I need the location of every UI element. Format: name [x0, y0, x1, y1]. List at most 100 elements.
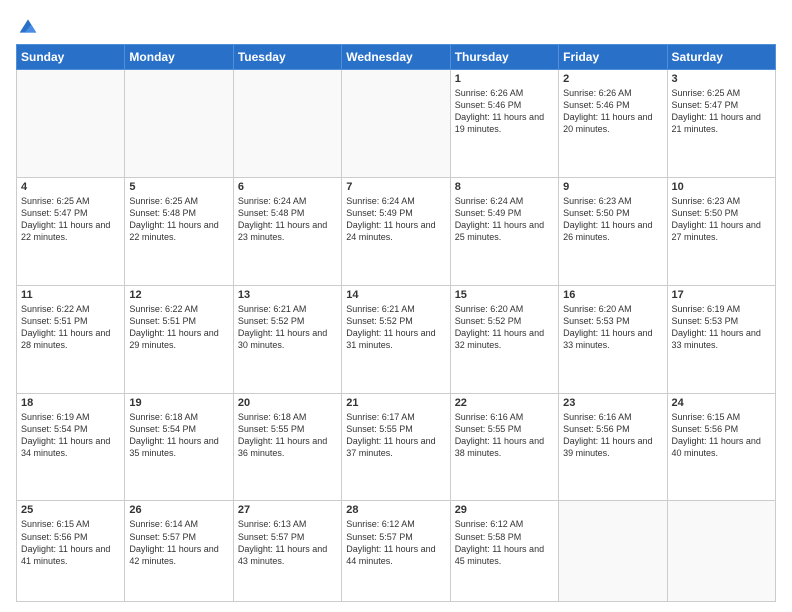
logo-icon [18, 16, 38, 36]
day-info: Sunrise: 6:19 AM Sunset: 5:53 PM Dayligh… [672, 303, 771, 352]
calendar-cell [125, 70, 233, 178]
logo-text [16, 16, 38, 36]
calendar-cell: 6 Sunrise: 6:24 AM Sunset: 5:48 PM Daylig… [233, 177, 341, 285]
day-info: Sunrise: 6:20 AM Sunset: 5:53 PM Dayligh… [563, 303, 662, 352]
calendar-cell: 10 Sunrise: 6:23 AM Sunset: 5:50 PM Dayli… [667, 177, 775, 285]
day-info: Sunrise: 6:18 AM Sunset: 5:55 PM Dayligh… [238, 411, 337, 460]
calendar-cell: 23 Sunrise: 6:16 AM Sunset: 5:56 PM Dayli… [559, 393, 667, 501]
day-info: Sunrise: 6:15 AM Sunset: 5:56 PM Dayligh… [672, 411, 771, 460]
calendar-week-3: 11 Sunrise: 6:22 AM Sunset: 5:51 PM Dayli… [17, 285, 776, 393]
calendar-cell: 15Sunrise: 6:20 AM Sunset: 5:52 PM Dayli… [450, 285, 558, 393]
calendar-cell: 20 Sunrise: 6:18 AM Sunset: 5:55 PM Dayli… [233, 393, 341, 501]
day-number: 29 [455, 504, 554, 516]
calendar-cell [667, 501, 775, 602]
day-header-saturday: Saturday [667, 45, 775, 70]
day-header-tuesday: Tuesday [233, 45, 341, 70]
day-info: Sunrise: 6:17 AM Sunset: 5:55 PM Dayligh… [346, 411, 445, 460]
day-number: 19 [129, 397, 228, 409]
day-info: Sunrise: 6:12 AM Sunset: 5:57 PM Dayligh… [346, 518, 445, 567]
day-info: Sunrise: 6:16 AM Sunset: 5:55 PM Dayligh… [455, 411, 554, 460]
calendar-cell: 7 Sunrise: 6:24 AM Sunset: 5:49 PM Daylig… [342, 177, 450, 285]
day-number: 22 [455, 397, 554, 409]
calendar-cell: 29 Sunrise: 6:12 AM Sunset: 5:58 PM Dayli… [450, 501, 558, 602]
day-number: 28 [346, 504, 445, 516]
calendar-header-row: SundayMondayTuesdayWednesdayThursdayFrid… [17, 45, 776, 70]
day-info: Sunrise: 6:24 AM Sunset: 5:49 PM Dayligh… [346, 195, 445, 244]
day-number: 8 [455, 181, 554, 193]
day-number: 9 [563, 181, 662, 193]
day-number: 12 [129, 289, 228, 301]
day-number: 17 [672, 289, 771, 301]
calendar-cell: 17 Sunrise: 6:19 AM Sunset: 5:53 PM Dayli… [667, 285, 775, 393]
day-number: 25 [21, 504, 120, 516]
calendar-cell: 28 Sunrise: 6:12 AM Sunset: 5:57 PM Dayli… [342, 501, 450, 602]
calendar-week-5: 25 Sunrise: 6:15 AM Sunset: 5:56 PM Dayli… [17, 501, 776, 602]
calendar-week-2: 4 Sunrise: 6:25 AM Sunset: 5:47 PM Daylig… [17, 177, 776, 285]
day-number: 16 [563, 289, 662, 301]
day-number: 21 [346, 397, 445, 409]
page: SundayMondayTuesdayWednesdayThursdayFrid… [0, 0, 792, 612]
calendar-cell: 1 Sunrise: 6:26 AM Sunset: 5:46 PM Daylig… [450, 70, 558, 178]
day-info: Sunrise: 6:26 AM Sunset: 5:46 PM Dayligh… [455, 87, 554, 136]
calendar-cell: 14 Sunrise: 6:21 AM Sunset: 5:52 PM Dayli… [342, 285, 450, 393]
day-info: Sunrise: 6:23 AM Sunset: 5:50 PM Dayligh… [563, 195, 662, 244]
calendar-cell: 21 Sunrise: 6:17 AM Sunset: 5:55 PM Dayli… [342, 393, 450, 501]
day-number: 4 [21, 181, 120, 193]
calendar-cell [233, 70, 341, 178]
day-info: Sunrise: 6:25 AM Sunset: 5:48 PM Dayligh… [129, 195, 228, 244]
calendar-cell: 22 Sunrise: 6:16 AM Sunset: 5:55 PM Dayli… [450, 393, 558, 501]
day-info: Sunrise: 6:21 AM Sunset: 5:52 PM Dayligh… [238, 303, 337, 352]
day-info: Sunrise: 6:22 AM Sunset: 5:51 PM Dayligh… [21, 303, 120, 352]
day-info: Sunrise: 6:24 AM Sunset: 5:49 PM Dayligh… [455, 195, 554, 244]
day-number: 7 [346, 181, 445, 193]
day-number: 27 [238, 504, 337, 516]
logo [16, 16, 38, 36]
calendar-cell: 9 Sunrise: 6:23 AM Sunset: 5:50 PM Daylig… [559, 177, 667, 285]
calendar-cell: 3Sunrise: 6:25 AM Sunset: 5:47 PM Daylig… [667, 70, 775, 178]
day-number: 10 [672, 181, 771, 193]
calendar-cell: 27 Sunrise: 6:13 AM Sunset: 5:57 PM Dayli… [233, 501, 341, 602]
calendar-cell: 16 Sunrise: 6:20 AM Sunset: 5:53 PM Dayli… [559, 285, 667, 393]
day-info: Sunrise: 6:13 AM Sunset: 5:57 PM Dayligh… [238, 518, 337, 567]
day-info: Sunrise: 6:23 AM Sunset: 5:50 PM Dayligh… [672, 195, 771, 244]
calendar-cell: 25 Sunrise: 6:15 AM Sunset: 5:56 PM Dayli… [17, 501, 125, 602]
calendar-cell: 12Sunrise: 6:22 AM Sunset: 5:51 PM Dayli… [125, 285, 233, 393]
day-header-friday: Friday [559, 45, 667, 70]
calendar-cell: 19 Sunrise: 6:18 AM Sunset: 5:54 PM Dayli… [125, 393, 233, 501]
day-info: Sunrise: 6:24 AM Sunset: 5:48 PM Dayligh… [238, 195, 337, 244]
day-info: Sunrise: 6:15 AM Sunset: 5:56 PM Dayligh… [21, 518, 120, 567]
day-number: 11 [21, 289, 120, 301]
day-number: 6 [238, 181, 337, 193]
calendar-cell [17, 70, 125, 178]
day-header-wednesday: Wednesday [342, 45, 450, 70]
calendar-cell: 5 Sunrise: 6:25 AM Sunset: 5:48 PM Daylig… [125, 177, 233, 285]
day-number: 23 [563, 397, 662, 409]
day-number: 14 [346, 289, 445, 301]
day-info: Sunrise: 6:21 AM Sunset: 5:52 PM Dayligh… [346, 303, 445, 352]
day-info: Sunrise: 6:19 AM Sunset: 5:54 PM Dayligh… [21, 411, 120, 460]
day-info: Sunrise: 6:25 AM Sunset: 5:47 PM Dayligh… [672, 87, 771, 136]
day-number: 20 [238, 397, 337, 409]
day-header-sunday: Sunday [17, 45, 125, 70]
calendar-cell [559, 501, 667, 602]
day-number: 24 [672, 397, 771, 409]
day-info: Sunrise: 6:20 AM Sunset: 5:52 PM Dayligh… [455, 303, 554, 352]
day-number: 18 [21, 397, 120, 409]
day-number: 2 [563, 73, 662, 85]
day-number: 26 [129, 504, 228, 516]
calendar-cell: 8 Sunrise: 6:24 AM Sunset: 5:49 PM Daylig… [450, 177, 558, 285]
day-info: Sunrise: 6:26 AM Sunset: 5:46 PM Dayligh… [563, 87, 662, 136]
calendar-cell: 18 Sunrise: 6:19 AM Sunset: 5:54 PM Dayli… [17, 393, 125, 501]
calendar-cell [342, 70, 450, 178]
calendar-cell: 2 Sunrise: 6:26 AM Sunset: 5:46 PM Daylig… [559, 70, 667, 178]
calendar-cell: 13Sunrise: 6:21 AM Sunset: 5:52 PM Dayli… [233, 285, 341, 393]
day-number: 1 [455, 73, 554, 85]
calendar-table: SundayMondayTuesdayWednesdayThursdayFrid… [16, 44, 776, 602]
day-info: Sunrise: 6:18 AM Sunset: 5:54 PM Dayligh… [129, 411, 228, 460]
day-info: Sunrise: 6:16 AM Sunset: 5:56 PM Dayligh… [563, 411, 662, 460]
day-info: Sunrise: 6:25 AM Sunset: 5:47 PM Dayligh… [21, 195, 120, 244]
day-number: 5 [129, 181, 228, 193]
calendar-week-1: 1 Sunrise: 6:26 AM Sunset: 5:46 PM Daylig… [17, 70, 776, 178]
calendar-week-4: 18 Sunrise: 6:19 AM Sunset: 5:54 PM Dayli… [17, 393, 776, 501]
day-info: Sunrise: 6:12 AM Sunset: 5:58 PM Dayligh… [455, 518, 554, 567]
